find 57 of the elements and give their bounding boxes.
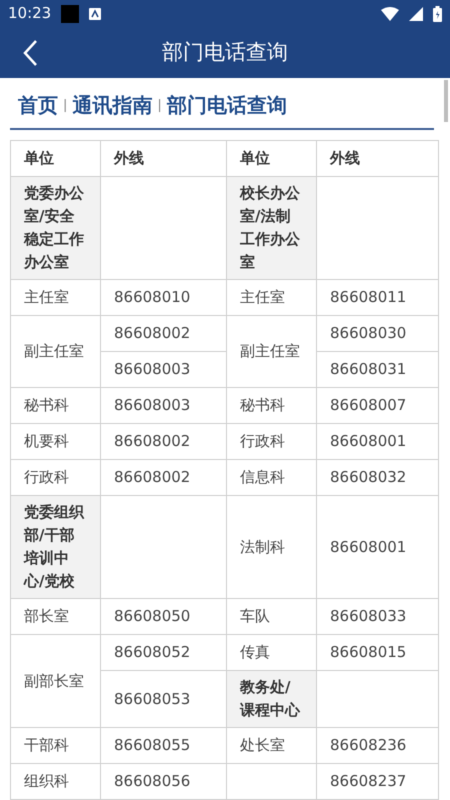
- table-cell: 部长室: [10, 598, 100, 634]
- table-cell: 校长办公室/法制工作办公室: [226, 176, 316, 280]
- notification-icon: [89, 8, 102, 20]
- breadcrumb-link[interactable]: 通讯指南: [72, 92, 152, 118]
- table-cell: 86608237: [316, 764, 438, 800]
- table-cell: 主任室: [226, 280, 316, 316]
- column-header: 外线: [316, 140, 438, 176]
- breadcrumb-separator: |: [63, 96, 68, 114]
- table-cell: 信息科: [226, 460, 316, 496]
- status-time: 10:23: [8, 3, 52, 24]
- column-header: 外线: [100, 140, 226, 176]
- table-cell: 法制科: [226, 496, 316, 598]
- breadcrumb-link[interactable]: 首页: [18, 92, 58, 118]
- table-cell: 86608050: [100, 598, 226, 634]
- table-cell: 副主任室: [10, 316, 100, 388]
- table-cell: 86608011: [316, 280, 438, 316]
- table-cell: 86608010: [100, 280, 226, 316]
- table-cell: 机要科: [10, 424, 100, 460]
- table-cell: 86608015: [316, 634, 438, 670]
- table-cell: 86608056: [100, 764, 226, 800]
- table-cell: 干部科: [10, 728, 100, 764]
- table-cell: 副部长室: [10, 634, 100, 728]
- table-cell: 86608001: [316, 496, 438, 598]
- table-cell: 86608002: [100, 460, 226, 496]
- table-cell: 组织科: [10, 764, 100, 800]
- table-cell: 86608032: [316, 460, 438, 496]
- notification-icon: [61, 4, 80, 23]
- table-cell: 86608236: [316, 728, 438, 764]
- table-cell: 秘书科: [226, 388, 316, 424]
- table-cell: 行政科: [226, 424, 316, 460]
- scrollbar[interactable]: [444, 80, 448, 122]
- table-cell: 86608002: [100, 316, 226, 352]
- table-cell: 86608003: [100, 388, 226, 424]
- table-cell: 车队: [226, 598, 316, 634]
- table-cell: 86608001: [316, 424, 438, 460]
- table-cell: 党委组织部/干部培训中心/党校: [10, 496, 100, 598]
- table-cell: 党委办公室/安全稳定工作办公室: [10, 176, 100, 280]
- app-bar-title: 部门电话查询: [162, 38, 288, 66]
- back-icon: [22, 38, 38, 67]
- table-cell: 主任室: [10, 280, 100, 316]
- table-cell: 86608007: [316, 388, 438, 424]
- breadcrumb-separator: |: [157, 96, 162, 114]
- table-cell: 教务处/课程中心: [226, 670, 316, 728]
- column-header: 单位: [10, 140, 100, 176]
- table-cell: 副主任室: [226, 316, 316, 388]
- breadcrumb-link[interactable]: 部门电话查询: [166, 92, 287, 118]
- table-cell: 处长室: [226, 728, 316, 764]
- table-cell: 86608002: [100, 424, 226, 460]
- table-cell: 秘书科: [10, 388, 100, 424]
- table-cell: 86608052: [100, 634, 226, 670]
- table-cell: 86608055: [100, 728, 226, 764]
- battery-icon: [433, 6, 442, 22]
- table-cell: 86608031: [316, 352, 438, 388]
- signal-icon: [409, 6, 423, 21]
- wifi-icon: [381, 6, 399, 21]
- table-cell: 86608030: [316, 316, 438, 352]
- table-cell: 86608033: [316, 598, 438, 634]
